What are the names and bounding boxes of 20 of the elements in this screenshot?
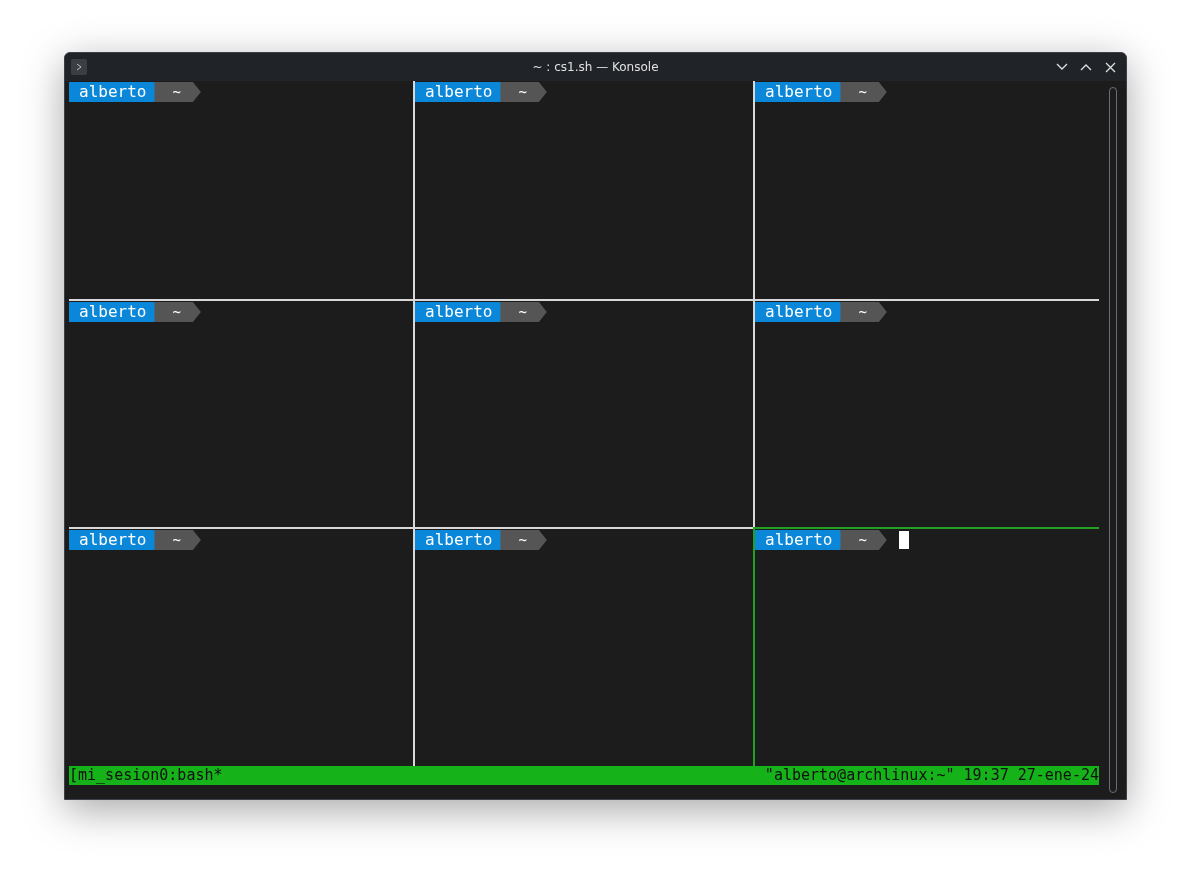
terminal-pane[interactable]: alberto ~ [753, 527, 1099, 766]
directory-segment: ~ [154, 302, 201, 322]
directory-segment: ~ [500, 302, 547, 322]
terminal-pane[interactable]: alberto ~ [753, 299, 1099, 527]
chevron-down-icon [1056, 63, 1068, 71]
session-label: [mi_sesion0:bash* [69, 766, 223, 785]
host-time-label: "alberto@archlinux:~" 19:37 27-ene-24 [764, 766, 1099, 785]
directory-segment: ~ [840, 302, 887, 322]
terminal-pane[interactable]: alberto ~ [413, 527, 753, 766]
directory-segment: ~ [840, 530, 887, 550]
window-title: ~ : cs1.sh — Konsole [532, 59, 659, 76]
terminal-pane[interactable]: alberto ~ [413, 299, 753, 527]
text-cursor [898, 531, 909, 549]
directory-segment: ~ [154, 530, 201, 550]
directory-segment: ~ [840, 82, 887, 102]
directory-segment: ~ [500, 530, 547, 550]
close-icon [1104, 61, 1116, 73]
chevron-up-icon [1080, 63, 1092, 71]
directory-segment: ~ [500, 82, 547, 102]
directory-segment: ~ [154, 82, 201, 102]
